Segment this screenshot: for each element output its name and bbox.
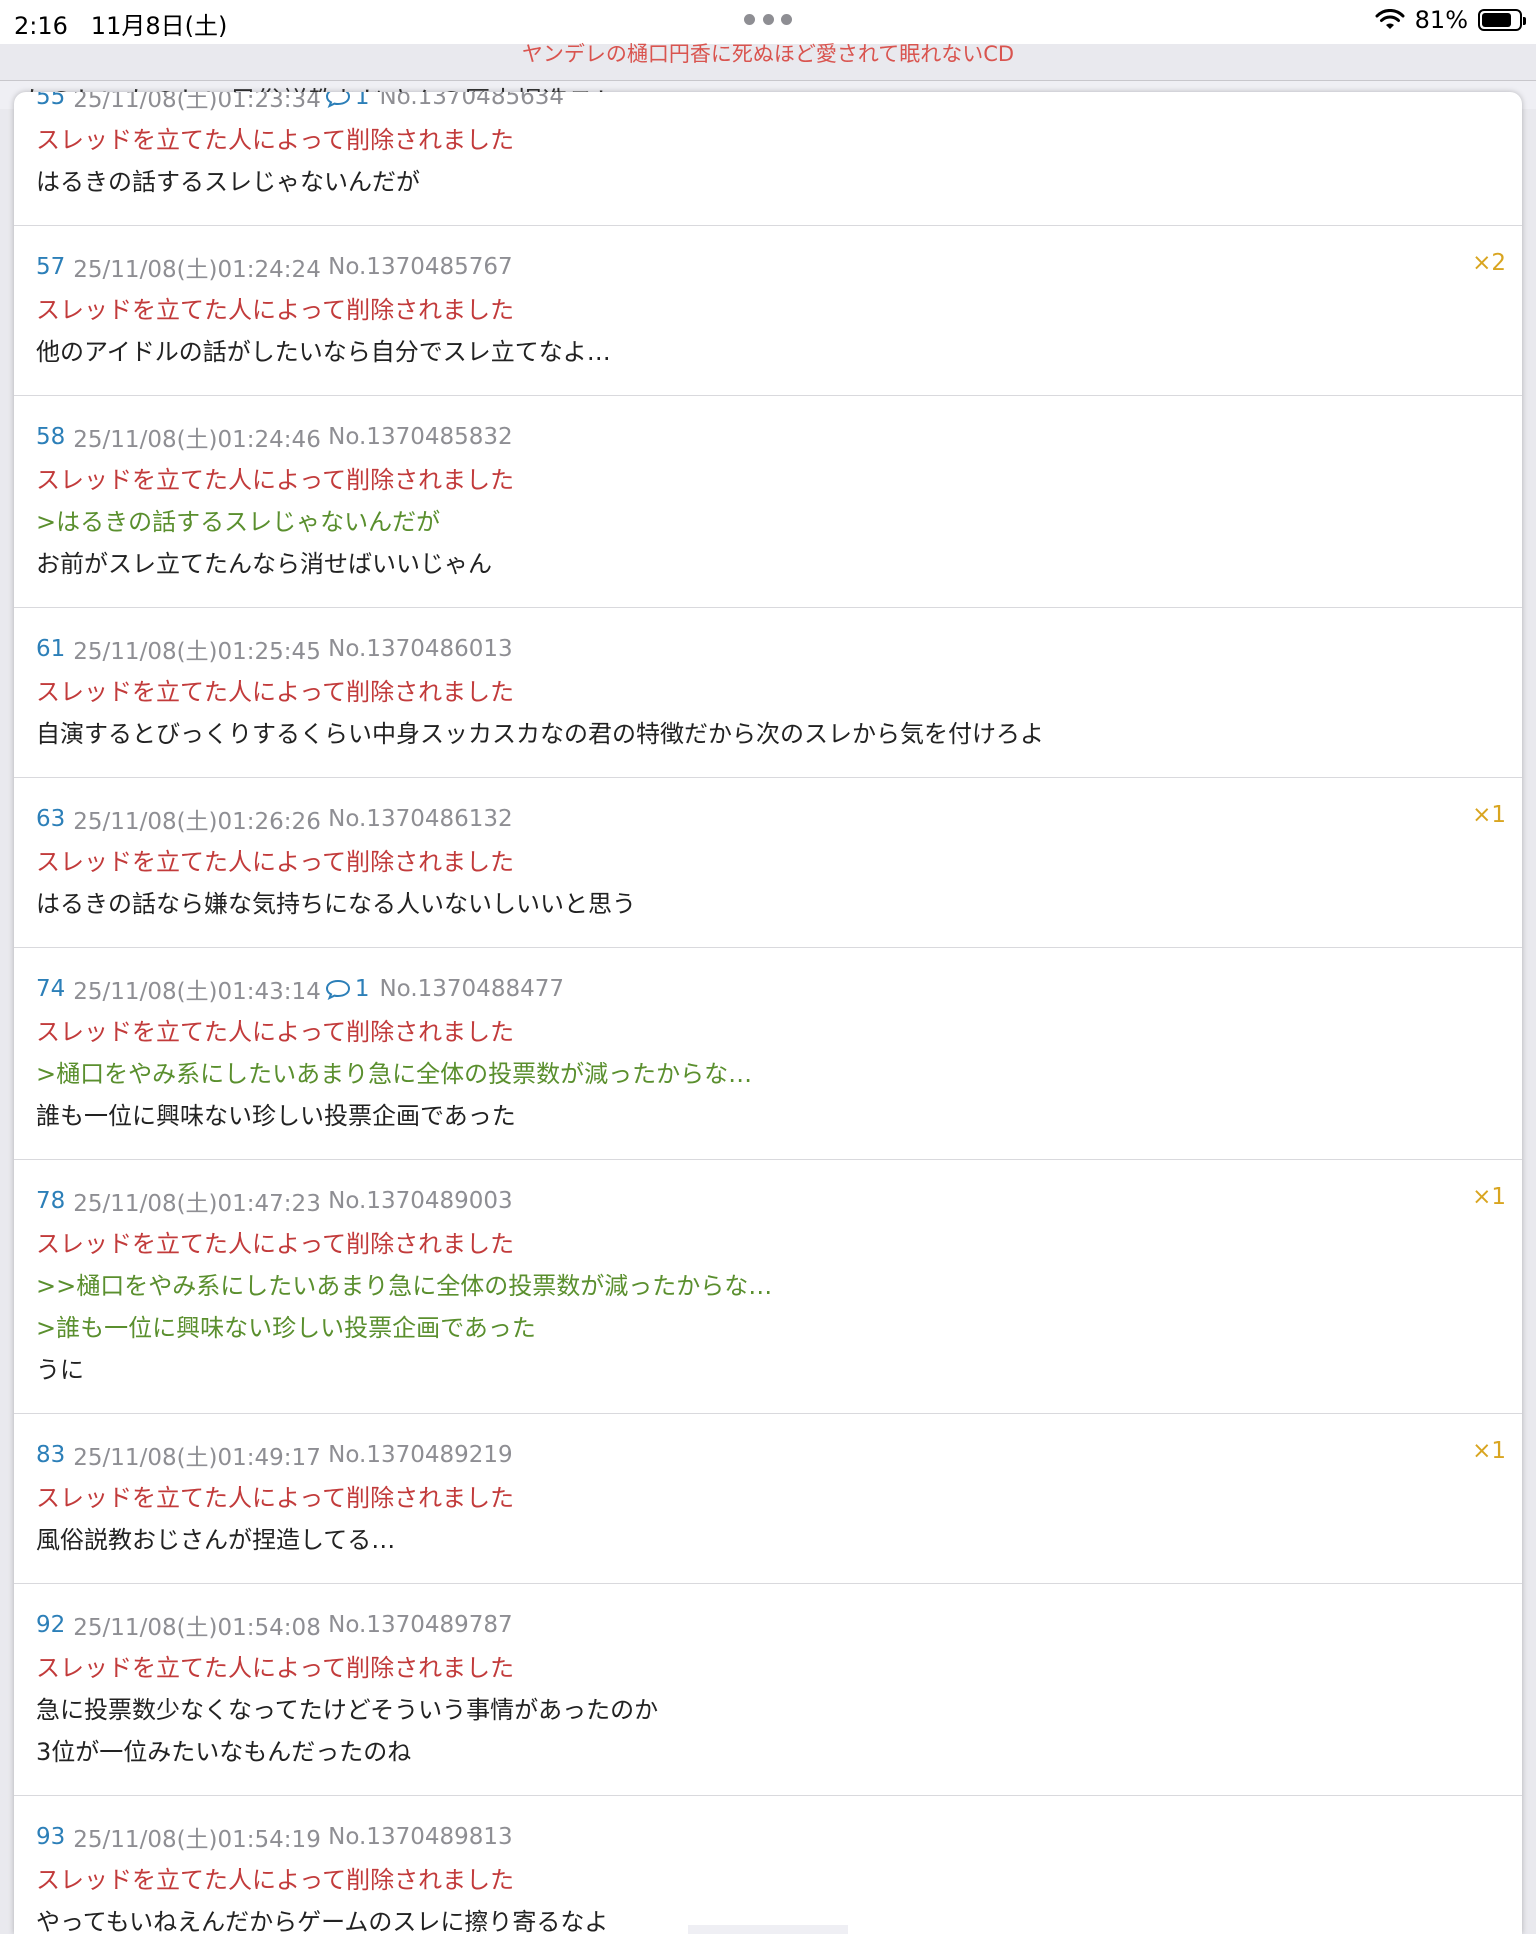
post-header: 58 25/11/08(土)01:24:46 No.1370485832 <box>36 420 513 454</box>
body-line: お前がスレ立てたんなら消せばいいじゃん <box>36 550 492 578</box>
post-timestamp: 25/11/08(土)01:43:14 <box>73 979 321 1005</box>
post-header: 63 25/11/08(土)01:26:26 No.1370486132 <box>36 802 513 836</box>
status-time-text: 2:16 <box>14 12 68 40</box>
status-date-text: 11月8日(土) <box>90 12 228 40</box>
body-line: 自演するとびっくりするくらい中身スッカスカなの君の特徴だから次のスレから気を付け… <box>36 720 1044 748</box>
post-id[interactable]: No.1370486132 <box>328 806 513 832</box>
body-line: うに <box>36 1356 84 1384</box>
post-timestamp: 25/11/08(土)01:25:45 <box>73 639 321 665</box>
post-timestamp: 25/11/08(土)01:54:19 <box>73 1827 321 1853</box>
body-line: 急に投票数少なくなってたけどそういう事情があったのか <box>36 1696 659 1724</box>
deleted-notice: スレッドを立てた人によって削除されました <box>36 126 515 154</box>
body-line: 誰も一位に興味ない珍しい投票企画であった <box>36 1102 516 1130</box>
post-id[interactable]: No.1370486013 <box>328 636 513 662</box>
post-id[interactable]: No.1370485832 <box>328 424 513 450</box>
body-line: はるきの話なら嫌な気持ちになる人いないしいいと思う <box>36 890 636 918</box>
post-timestamp: 25/11/08(土)01:23:34 <box>73 92 321 113</box>
battery-icon <box>1478 9 1526 31</box>
body-line: 他のアイドルの話がしたいなら自分でスレ立てなよ… <box>36 338 611 366</box>
multitasking-dots-icon[interactable] <box>744 12 792 26</box>
post-id[interactable]: No.1370485634 <box>379 92 564 110</box>
post-timestamp: 25/11/08(土)01:47:23 <box>73 1191 321 1217</box>
body-line: 3位が一位みたいなもんだったのね <box>36 1738 412 1766</box>
reaction-count[interactable]: ×1 <box>1472 1184 1506 1210</box>
post-id[interactable]: No.1370489787 <box>328 1612 513 1638</box>
deleted-notice: スレッドを立てた人によって削除されました <box>36 1484 515 1512</box>
post-header: 92 25/11/08(土)01:54:08 No.1370489787 <box>36 1608 513 1642</box>
post-item[interactable]: 58 25/11/08(土)01:24:46 No.1370485832 スレッドを… <box>14 396 1522 608</box>
deleted-notice: スレッドを立てた人によって削除されました <box>36 466 515 494</box>
post-header: 78 25/11/08(土)01:47:23 No.1370489003 <box>36 1184 513 1218</box>
body-line: 風俗説教おじさんが捏造してる… <box>36 1526 396 1554</box>
post-item[interactable]: 61 25/11/08(土)01:25:45 No.1370486013 スレッドを… <box>14 608 1522 778</box>
deleted-notice: スレッドを立てた人によって削除されました <box>36 296 515 324</box>
reply-bubble-icon[interactable] <box>325 92 351 108</box>
post-header: 61 25/11/08(土)01:25:45 No.1370486013 <box>36 632 513 666</box>
post-header: 83 25/11/08(土)01:49:17 No.1370489219 <box>36 1438 513 1472</box>
post-number[interactable]: 74 <box>36 976 65 1002</box>
post-id[interactable]: No.1370489813 <box>328 1824 513 1850</box>
post-number[interactable]: 55 <box>36 92 65 110</box>
post-timestamp: 25/11/08(土)01:26:26 <box>73 809 321 835</box>
body-line: やってもいねえんだからゲームのスレに擦り寄るなよ <box>36 1908 609 1934</box>
reaction-count[interactable]: ×1 <box>1472 1438 1506 1464</box>
post-number[interactable]: 92 <box>36 1612 65 1638</box>
post-number[interactable]: 61 <box>36 636 65 662</box>
body-line: はるきの話するスレじゃないんだが <box>36 168 420 196</box>
quote-line[interactable]: >誰も一位に興味ない珍しい投票企画であった <box>36 1308 536 1343</box>
deleted-notice: スレッドを立てた人によって削除されました <box>36 1230 515 1258</box>
post-item[interactable]: 55 25/11/08(土)01:23:34 1 No.1370485634 スレッドを… <box>14 92 1522 226</box>
status-right: 81% <box>1375 6 1526 34</box>
post-item[interactable]: 78 25/11/08(土)01:47:23 No.1370489003 ×1 スレッ… <box>14 1160 1522 1414</box>
post-header: 55 25/11/08(土)01:23:34 1 No.1370485634 <box>36 92 564 114</box>
reply-count[interactable]: 1 <box>355 92 370 110</box>
reaction-count[interactable]: ×1 <box>1472 802 1506 828</box>
post-timestamp: 25/11/08(土)01:24:46 <box>73 427 321 453</box>
post-number[interactable]: 57 <box>36 254 65 280</box>
post-number[interactable]: 83 <box>36 1442 65 1468</box>
post-id[interactable]: No.1370488477 <box>379 976 564 1002</box>
reply-popup-panel: 55 25/11/08(土)01:23:34 1 No.1370485634 スレッドを… <box>14 92 1522 1934</box>
post-number[interactable]: 93 <box>36 1824 65 1850</box>
reply-count[interactable]: 1 <box>355 976 370 1002</box>
home-indicator <box>688 1925 848 1934</box>
reply-bubble-icon[interactable] <box>325 978 351 1000</box>
battery-fill <box>1482 13 1512 27</box>
post-item[interactable]: 83 25/11/08(土)01:49:17 No.1370489219 ×1 スレッ… <box>14 1414 1522 1584</box>
deleted-notice: スレッドを立てた人によって削除されました <box>36 1866 515 1894</box>
quote-line[interactable]: >>樋口をやみ系にしたいあまり急に全体の投票数が減ったからな… <box>36 1266 772 1301</box>
quote-line[interactable]: >樋口をやみ系にしたいあまり急に全体の投票数が減ったからな… <box>36 1054 752 1089</box>
post-id[interactable]: No.1370489003 <box>328 1188 513 1214</box>
post-item[interactable]: 92 25/11/08(土)01:54:08 No.1370489787 スレッドを… <box>14 1584 1522 1796</box>
status-time: 2:16 11月8日(土) <box>14 6 227 41</box>
post-number[interactable]: 58 <box>36 424 65 450</box>
battery-percent: 81% <box>1414 6 1468 34</box>
deleted-notice: スレッドを立てた人によって削除されました <box>36 1018 515 1046</box>
post-id[interactable]: No.1370489219 <box>328 1442 513 1468</box>
deleted-notice: スレッドを立てた人によって削除されました <box>36 848 515 876</box>
post-number[interactable]: 78 <box>36 1188 65 1214</box>
post-header: 57 25/11/08(土)01:24:24 No.1370485767 <box>36 250 513 284</box>
post-header: 74 25/11/08(土)01:43:14 1 No.1370488477 <box>36 972 564 1006</box>
post-item[interactable]: 57 25/11/08(土)01:24:24 No.1370485767 ×2 スレッ… <box>14 226 1522 396</box>
post-header: 93 25/11/08(土)01:54:19 No.1370489813 <box>36 1820 513 1854</box>
reaction-count[interactable]: ×2 <box>1472 250 1506 276</box>
wifi-icon <box>1375 9 1405 29</box>
post-id[interactable]: No.1370485767 <box>328 254 513 280</box>
post-timestamp: 25/11/08(土)01:54:08 <box>73 1615 321 1641</box>
post-item[interactable]: 63 25/11/08(土)01:26:26 No.1370486132 ×1 スレッ… <box>14 778 1522 948</box>
post-item[interactable]: 74 25/11/08(土)01:43:14 1 No.1370488477 スレッドを… <box>14 948 1522 1160</box>
deleted-notice: スレッドを立てた人によって削除されました <box>36 1654 515 1682</box>
post-number[interactable]: 63 <box>36 806 65 832</box>
deleted-notice: スレッドを立てた人によって削除されました <box>36 678 515 706</box>
post-item[interactable]: 93 25/11/08(土)01:54:19 No.1370489813 スレッドを… <box>14 1796 1522 1934</box>
thread-title[interactable]: ヤンデレの樋口円香に死ぬほど愛されて眠れないCD <box>0 38 1536 68</box>
quote-line[interactable]: >はるきの話するスレじゃないんだが <box>36 502 440 537</box>
post-timestamp: 25/11/08(土)01:24:24 <box>73 257 321 283</box>
post-timestamp: 25/11/08(土)01:49:17 <box>73 1445 321 1471</box>
